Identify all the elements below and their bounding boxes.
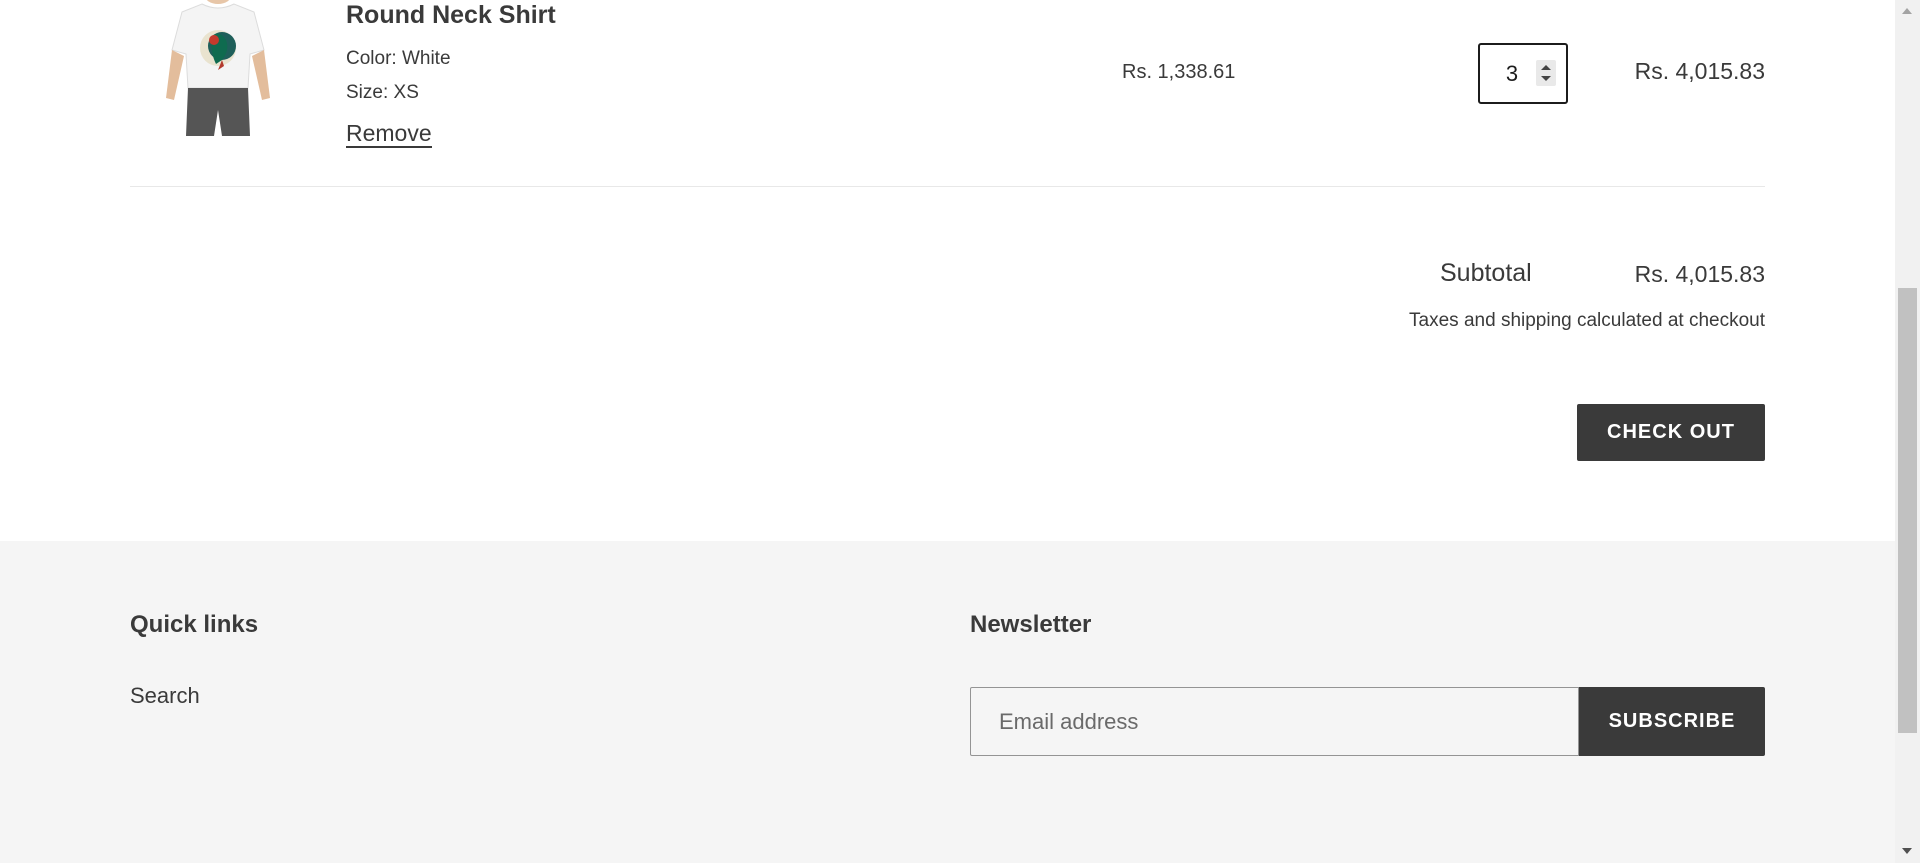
subtotal-label: Subtotal (1440, 259, 1532, 287)
remove-link[interactable]: Remove (346, 120, 432, 148)
scroll-down-icon[interactable] (1902, 848, 1912, 854)
tshirt-model-image (166, 0, 270, 136)
spin-up-icon[interactable] (1541, 65, 1551, 70)
quantity-stepper[interactable]: 3 (1478, 43, 1568, 104)
vertical-scrollbar[interactable] (1895, 0, 1920, 863)
newsletter-heading: Newsletter (970, 611, 1092, 638)
line-total: Rs. 4,015.83 (1634, 58, 1765, 84)
quantity-spinner[interactable] (1536, 60, 1556, 86)
scroll-thumb[interactable] (1898, 288, 1917, 733)
footer-link-search[interactable]: Search (130, 683, 200, 709)
variant-size: Size: XS (346, 82, 419, 103)
site-footer: Quick links Search Newsletter SUBSCRIBE (0, 541, 1895, 863)
checkout-button[interactable]: CHECK OUT (1577, 404, 1765, 461)
subtotal-value: Rs. 4,015.83 (1634, 261, 1765, 287)
page: Round Neck Shirt Color: White Size: XS R… (0, 0, 1920, 863)
variant-details: Color: White Size: XS (346, 42, 556, 110)
variant-color: Color: White (346, 48, 451, 69)
spin-down-icon[interactable] (1541, 76, 1551, 81)
cart-item-row: Round Neck Shirt Color: White Size: XS R… (130, 0, 1765, 187)
product-title[interactable]: Round Neck Shirt (346, 0, 556, 30)
quick-links-heading: Quick links (130, 611, 259, 638)
unit-price: Rs. 1,338.61 (1122, 61, 1236, 83)
product-image[interactable] (152, 0, 282, 138)
email-field[interactable] (970, 687, 1579, 756)
subscribe-button[interactable]: SUBSCRIBE (1579, 687, 1765, 756)
quantity-value[interactable]: 3 (1480, 61, 1544, 87)
product-info: Round Neck Shirt Color: White Size: XS R… (346, 0, 556, 148)
cart-page: Round Neck Shirt Color: White Size: XS R… (0, 0, 1895, 863)
shipping-note: Taxes and shipping calculated at checkou… (1409, 310, 1765, 331)
scroll-up-icon[interactable] (1902, 8, 1912, 14)
